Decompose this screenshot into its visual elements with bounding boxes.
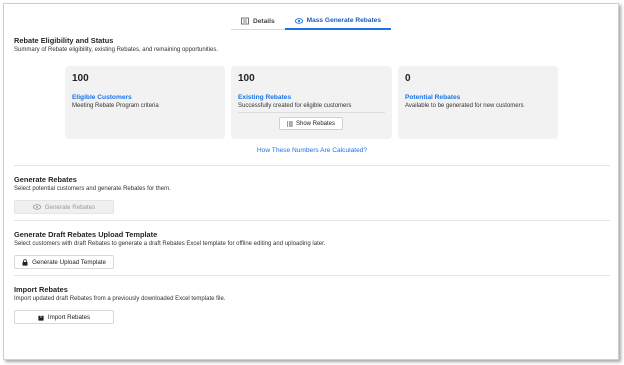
- import-rebates-section: Import Rebates Import updated draft Reba…: [14, 285, 225, 324]
- upload-template-section: Generate Draft Rebates Upload Template S…: [14, 230, 325, 269]
- eye-icon: [294, 17, 303, 24]
- generate-rebates-button[interactable]: Generate Rebates: [14, 200, 114, 214]
- import-rebates-button[interactable]: Import Rebates: [14, 310, 114, 324]
- divider: [14, 275, 610, 276]
- existing-rebates-card: 100 Existing Rebates Successfully create…: [231, 66, 392, 139]
- tab-mass-generate-rebates[interactable]: Mass Generate Rebates: [284, 13, 392, 30]
- template-subtitle: Select customers with draft Rebates to g…: [14, 241, 326, 247]
- tab-bar: Details Mass Generate Rebates: [4, 13, 618, 30]
- eligibility-subtitle: Summary of Rebate eligibility, existing …: [14, 47, 218, 53]
- eligible-customers-card: 100 Eligible Customers Meeting Rebate Pr…: [65, 66, 225, 139]
- how-calculated-link[interactable]: How These Numbers Are Calculated?: [14, 147, 610, 154]
- eligibility-section: Rebate Eligibility and Status Summary of…: [14, 36, 610, 55]
- eligible-description: Meeting Rebate Program criteria: [72, 103, 159, 109]
- existing-count: 100: [238, 73, 255, 84]
- import-title: Import Rebates: [14, 285, 68, 294]
- template-title: Generate Draft Rebates Upload Template: [14, 230, 158, 239]
- existing-description: Successfully created for eligible custom…: [238, 103, 352, 109]
- eligible-count: 100: [72, 73, 89, 84]
- eye-icon: [32, 204, 41, 210]
- summary-cards: 100 Eligible Customers Meeting Rebate Pr…: [65, 66, 558, 139]
- content: Rebate Eligibility and Status Summary of…: [14, 36, 610, 324]
- tab-mass-generate-label: Mass Generate Rebates: [306, 17, 382, 24]
- generate-title: Generate Rebates: [14, 175, 77, 184]
- template-button-label: Generate Upload Template: [32, 258, 106, 266]
- details-icon: [241, 17, 249, 25]
- generate-upload-template-button[interactable]: Generate Upload Template: [14, 255, 114, 269]
- potential-description: Available to be generated for new custom…: [405, 103, 524, 109]
- potential-rebates-card: 0 Potential Rebates Available to be gene…: [398, 66, 558, 139]
- show-rebates-button[interactable]: Show Rebates: [279, 117, 344, 130]
- generate-button-label: Generate Rebates: [44, 203, 96, 211]
- show-rebates-label: Show Rebates: [296, 120, 336, 127]
- lock-icon: [22, 258, 28, 266]
- upload-icon: [38, 313, 44, 321]
- potential-rebates-link[interactable]: Potential Rebates: [405, 93, 551, 102]
- divider: [14, 220, 610, 221]
- import-subtitle: Import updated draft Rebates from a prev…: [14, 296, 226, 302]
- import-button-label: Import Rebates: [47, 313, 91, 321]
- eligible-customers-link[interactable]: Eligible Customers: [72, 93, 218, 102]
- tab-details[interactable]: Details: [230, 13, 285, 30]
- card-divider: [238, 112, 385, 113]
- divider: [14, 165, 610, 166]
- list-icon: [287, 121, 293, 126]
- main-panel: Details Mass Generate Rebates Rebate Eli…: [3, 3, 619, 360]
- potential-count: 0: [405, 73, 411, 84]
- eligibility-title: Rebate Eligibility and Status: [14, 36, 114, 45]
- generate-rebates-section: Generate Rebates Select potential custom…: [14, 175, 171, 214]
- generate-subtitle: Select potential customers and generate …: [14, 186, 171, 192]
- tab-details-label: Details: [252, 17, 275, 25]
- existing-rebates-link[interactable]: Existing Rebates: [238, 93, 385, 102]
